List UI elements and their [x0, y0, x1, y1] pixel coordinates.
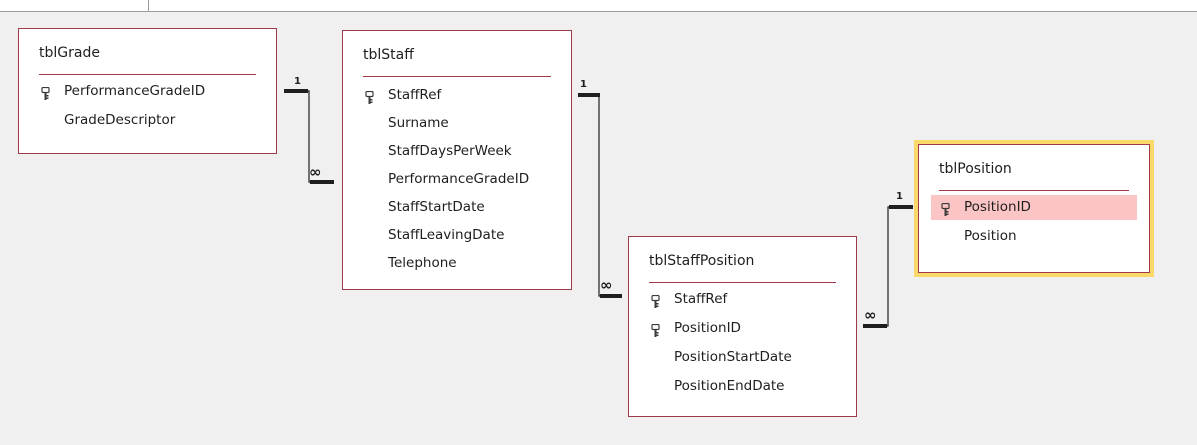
field-label: PositionID — [674, 320, 741, 336]
field-Surname[interactable]: Surname — [355, 111, 559, 136]
field-PerformanceGradeID[interactable]: PerformanceGradeID — [355, 167, 559, 192]
primary-key-icon — [41, 85, 52, 100]
title-divider — [39, 74, 256, 75]
field-label: GradeDescriptor — [64, 112, 176, 128]
field-StaffLeavingDate[interactable]: StaffLeavingDate — [355, 223, 559, 248]
field-label: StaffDaysPerWeek — [388, 143, 512, 159]
table-title[interactable]: tblGrade — [39, 45, 100, 61]
field-label: StaffLeavingDate — [388, 227, 505, 243]
field-StaffDaysPerWeek[interactable]: StaffDaysPerWeek — [355, 139, 559, 164]
field-Telephone[interactable]: Telephone — [355, 251, 559, 276]
field-label: Telephone — [388, 255, 457, 271]
field-label: StaffRef — [674, 291, 728, 307]
table-tblStaffPosition[interactable]: tblStaffPosition StaffRef PositionID Pos… — [628, 236, 857, 417]
field-StaffRef[interactable]: StaffRef — [355, 83, 559, 108]
field-label: Position — [964, 228, 1017, 244]
field-label: PerformanceGradeID — [388, 171, 530, 187]
field-StaffStartDate[interactable]: StaffStartDate — [355, 195, 559, 220]
field-label: PositionEndDate — [674, 378, 785, 394]
field-Position[interactable]: Position — [931, 224, 1137, 249]
field-label: StaffStartDate — [388, 199, 485, 215]
table-tblPosition[interactable]: tblPosition PositionID Position — [914, 140, 1154, 277]
field-PositionEndDate[interactable]: PositionEndDate — [641, 374, 844, 399]
field-label: StaffRef — [388, 87, 442, 103]
field-StaffRef[interactable]: StaffRef — [641, 287, 844, 312]
title-divider — [939, 190, 1129, 191]
field-PositionID[interactable]: PositionID — [641, 316, 844, 341]
field-label: Surname — [388, 115, 449, 131]
primary-key-icon — [365, 89, 376, 104]
primary-key-icon — [651, 293, 662, 308]
table-tblGrade[interactable]: tblGrade PerformanceGradeID GradeDescrip… — [18, 28, 277, 154]
field-PositionStartDate[interactable]: PositionStartDate — [641, 345, 844, 370]
title-divider — [363, 76, 551, 77]
field-label: PositionStartDate — [674, 349, 792, 365]
field-PerformanceGradeID[interactable]: PerformanceGradeID — [31, 79, 264, 104]
table-title[interactable]: tblPosition — [939, 161, 1012, 177]
field-label: PositionID — [964, 199, 1031, 215]
primary-key-icon — [651, 322, 662, 337]
title-divider — [649, 282, 836, 283]
field-GradeDescriptor[interactable]: GradeDescriptor — [31, 108, 264, 133]
table-tblStaff[interactable]: tblStaff StaffRef Surname StaffDaysPerWe… — [342, 30, 572, 290]
table-title[interactable]: tblStaff — [363, 47, 414, 63]
table-title[interactable]: tblStaffPosition — [649, 253, 754, 269]
primary-key-icon — [941, 201, 952, 216]
field-PositionID[interactable]: PositionID — [931, 195, 1137, 220]
field-label: PerformanceGradeID — [64, 83, 206, 99]
